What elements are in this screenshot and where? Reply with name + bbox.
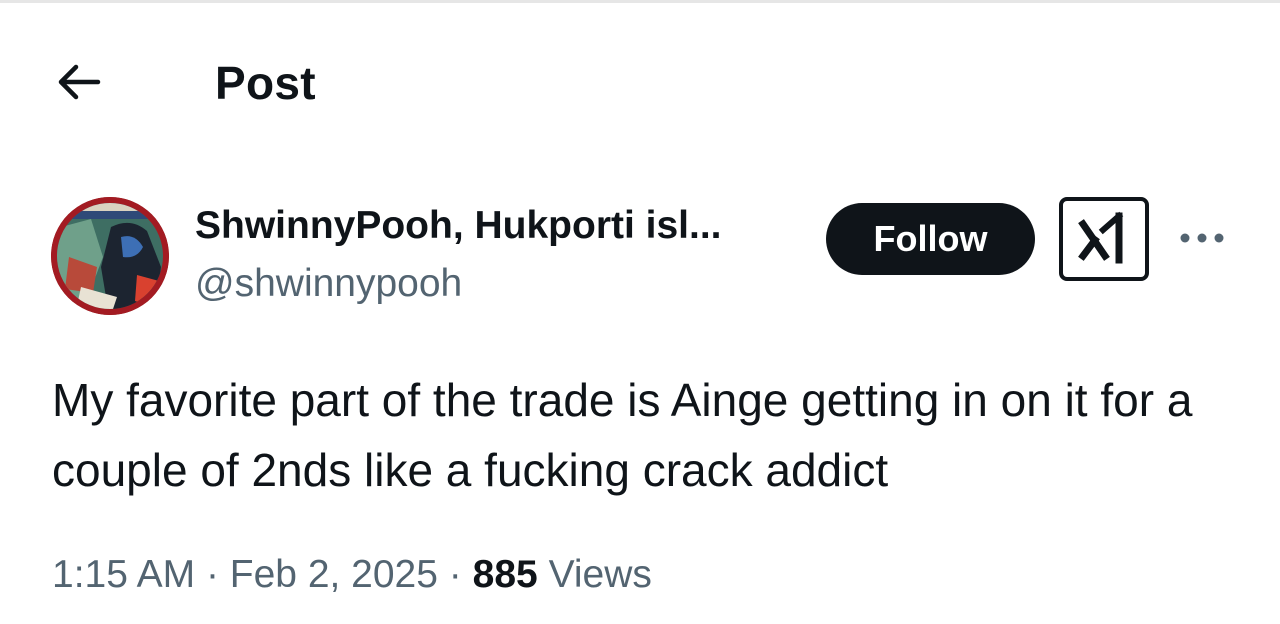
views-label[interactable]: Views: [549, 553, 652, 596]
views-count[interactable]: 885: [473, 553, 538, 596]
back-button[interactable]: [50, 58, 106, 106]
post-body-text: My favorite part of the trade is Ainge g…: [52, 374, 1193, 496]
top-divider: [0, 0, 1280, 3]
post-metadata: 1:15 AM · Feb 2, 2025 · 885 Views: [52, 553, 652, 597]
author-display-name[interactable]: ShwinnyPooh, Hukporti isl...: [195, 204, 722, 248]
more-horizontal-icon: [1180, 233, 1224, 243]
avatar[interactable]: [51, 197, 169, 315]
author-handle[interactable]: @shwinnypooh: [195, 262, 462, 306]
more-options-button[interactable]: [1172, 214, 1232, 262]
post-time[interactable]: 1:15 AM: [52, 553, 195, 596]
follow-button[interactable]: Follow: [826, 203, 1035, 275]
avatar-image: [51, 197, 169, 315]
page-title: Post: [215, 57, 316, 109]
page-header: Post: [0, 40, 1280, 124]
meta-separator: ·: [205, 553, 219, 596]
grok-icon: [1078, 211, 1124, 264]
arrow-left-icon: [58, 64, 101, 100]
meta-separator-2: ·: [448, 553, 462, 596]
grok-button[interactable]: [1059, 197, 1149, 281]
post-date[interactable]: Feb 2, 2025: [230, 553, 438, 596]
